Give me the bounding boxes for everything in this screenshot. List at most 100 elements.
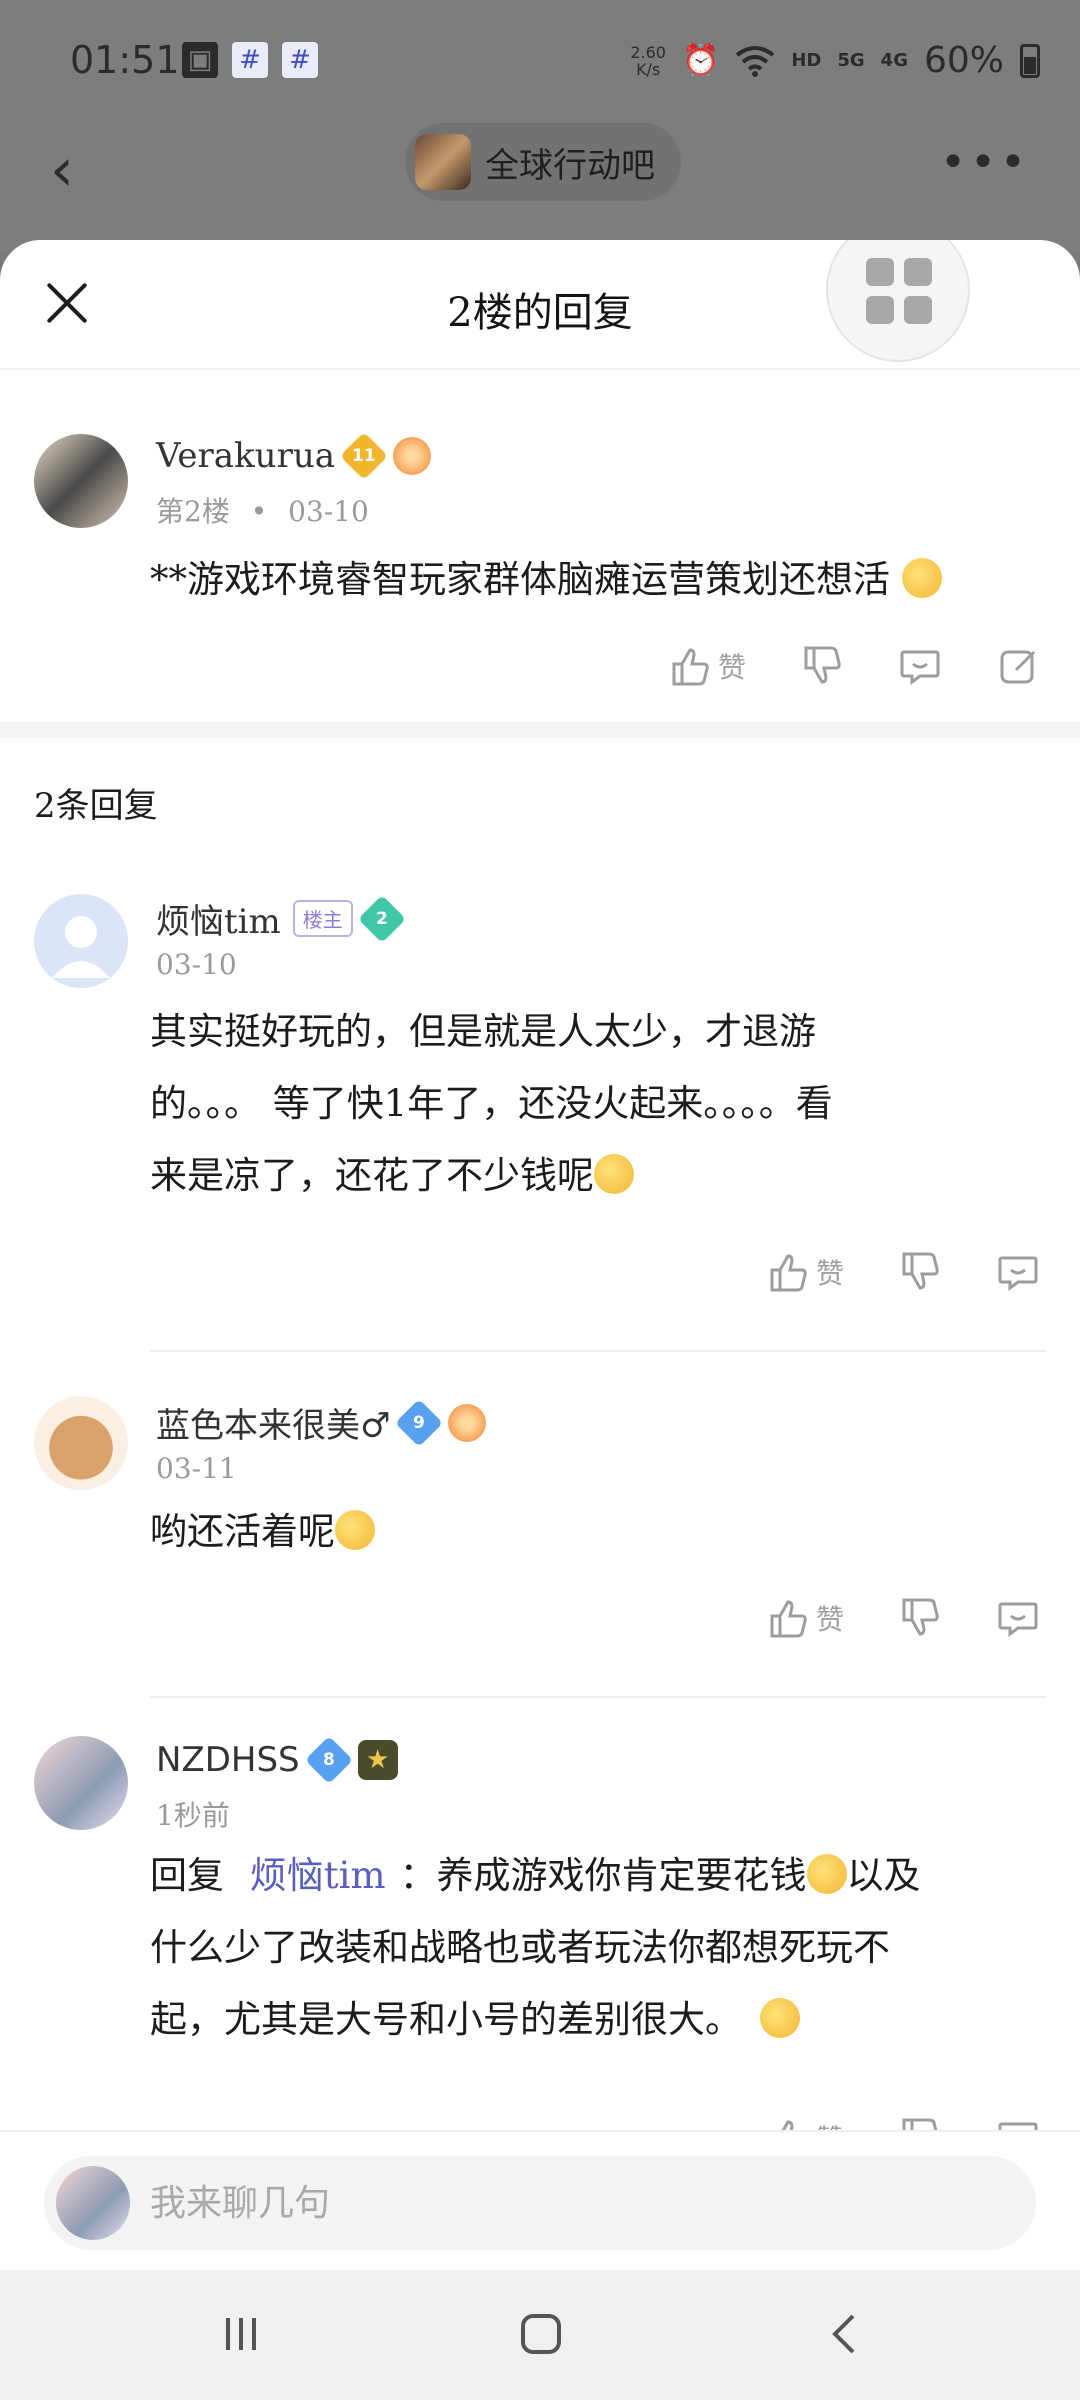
- hash-icon: #: [282, 42, 318, 78]
- home-icon[interactable]: [506, 2304, 576, 2364]
- net-speed-unit: K/s: [636, 59, 661, 79]
- top-nav: ‹ 全球行动吧 •••: [0, 115, 1080, 225]
- emoji-icon: [760, 1998, 800, 2038]
- hd-icon: HD: [791, 50, 822, 71]
- back-icon[interactable]: [810, 2304, 880, 2364]
- mention-link[interactable]: 烦恼tim: [250, 1854, 386, 1897]
- username[interactable]: NZDHSS: [156, 1740, 300, 1780]
- like-label: 赞: [717, 651, 746, 684]
- reply-text-line: 起，尤其是大号和小号的差别很大。: [150, 1998, 742, 2041]
- user-row: 烦恼tim 楼主 2: [156, 894, 406, 943]
- reply-content: 哟还活着呢: [150, 1496, 1050, 1568]
- level-badge: 8: [304, 1735, 353, 1785]
- reply-item: 蓝色本来很美♂ 9 03-11 哟还活着呢: [0, 1370, 1080, 1570]
- forum-avatar: [415, 134, 471, 190]
- reply-content: 回复 烦恼tim ：养成游戏你肯定要花钱 以及 什么少了改装和战略也或者玩法你都想死…: [150, 1840, 1050, 2056]
- thumbs-up-icon: [770, 1600, 807, 1638]
- reply-text-line: ：养成游戏你肯定要花钱: [399, 1854, 807, 1897]
- level-number: 2: [375, 908, 388, 929]
- recent-apps-glyph: [226, 2318, 256, 2350]
- back-chevron-icon[interactable]: ‹: [50, 135, 74, 205]
- reply-prefix: 回复: [150, 1854, 224, 1897]
- signal-4g-icon: 4G: [880, 50, 908, 71]
- level-number: 9: [413, 1412, 426, 1433]
- reply-text-line: 什么少了改装和战略也或者玩法你都想死玩不: [150, 1926, 890, 1969]
- grid-cell-icon: [866, 296, 894, 324]
- grid-menu-button[interactable]: [826, 240, 970, 362]
- floor-number: 第2楼: [156, 495, 230, 528]
- reply-text-line: 以及: [846, 1854, 921, 1897]
- comment-input[interactable]: [148, 2156, 1008, 2250]
- like-label: 赞: [815, 1257, 844, 1290]
- dislike-button[interactable]: [898, 1250, 942, 1294]
- emoji-icon: [806, 1854, 847, 1894]
- reply-text-line: 来是凉了，还花了不少钱呢: [150, 1154, 594, 1197]
- status-time: 01:51: [70, 38, 180, 82]
- reply-date: 03-10: [156, 948, 237, 981]
- level-number: 11: [352, 445, 376, 466]
- forum-pill[interactable]: 全球行动吧: [405, 123, 681, 201]
- more-options-icon[interactable]: •••: [940, 137, 1030, 188]
- thumbs-down-icon: [902, 1598, 939, 1636]
- wifi-icon: [736, 45, 775, 77]
- sheet-header: 2楼的回复: [0, 240, 1080, 370]
- net-speed: 2.60 K/s: [630, 44, 666, 78]
- post-text: **游戏环境睿智玩家群体脑瘫运营策划还想活: [150, 558, 890, 601]
- input-pill[interactable]: [44, 2156, 1036, 2250]
- reply-sheet: 2楼的回复 Verakurua 11 第2楼 • 03-10 **游戏环境睿智玩…: [0, 240, 1080, 2270]
- user-row: 蓝色本来很美♂ 9: [156, 1398, 487, 1447]
- post-content: **游戏环境睿智玩家群体脑瘫运营策划还想活: [150, 544, 1050, 616]
- edit-button[interactable]: [996, 644, 1040, 688]
- achievement-icon: ★: [357, 1740, 398, 1780]
- dislike-button[interactable]: [898, 1596, 942, 1640]
- status-bar: 01:51 ▣ # # 2.60 K/s ⏰ HD 5G 4G 60%: [0, 0, 1080, 120]
- recent-apps-icon[interactable]: [206, 2304, 276, 2364]
- post-actions: 赞: [668, 644, 1040, 688]
- dislike-button[interactable]: [800, 644, 844, 688]
- status-notification-icons: ▣ # #: [182, 42, 318, 78]
- home-glyph: [521, 2314, 561, 2354]
- reply-actions: 赞: [766, 1596, 1040, 1640]
- reply-content: 其实挺好玩的，但是就是人太少，才退游 的。。。 等了快1年了，还没火起来。。。。…: [150, 996, 1050, 1212]
- avatar[interactable]: [34, 1396, 128, 1490]
- replies-count: 2条回复: [34, 786, 158, 826]
- avatar: [56, 2166, 130, 2240]
- chat-bubble-icon: [998, 1602, 1038, 1637]
- thumbs-up-icon: [672, 648, 709, 686]
- comment-input-bar: [0, 2130, 1080, 2270]
- host-tag: 楼主: [292, 900, 353, 937]
- like-button[interactable]: 赞: [766, 1596, 844, 1640]
- comment-button[interactable]: [898, 644, 942, 688]
- edit-icon: [1000, 650, 1036, 684]
- reply-item: 烦恼tim 楼主 2 03-10 其实挺好玩的，但是就是人太少，才退游 的。。。…: [0, 880, 1080, 1210]
- avatar[interactable]: [34, 434, 128, 528]
- medal-icon: [393, 437, 431, 475]
- thumbs-down-icon: [902, 1252, 939, 1290]
- avatar[interactable]: [34, 894, 128, 988]
- post-meta: 第2楼 • 03-10: [156, 495, 369, 528]
- like-button[interactable]: 赞: [766, 1250, 844, 1294]
- level-number: 8: [322, 1750, 335, 1770]
- level-badge: 2: [357, 894, 406, 943]
- hash-icon: #: [232, 42, 268, 78]
- user-row: NZDHSS 8 ★: [156, 1735, 398, 1785]
- chat-bubble-icon: [900, 650, 940, 685]
- username[interactable]: Verakurua: [156, 436, 335, 476]
- username[interactable]: 烦恼tim: [156, 894, 281, 943]
- reply-divider: [150, 1696, 1046, 1698]
- reply-date: 03-11: [156, 1452, 237, 1485]
- comment-button[interactable]: [996, 1250, 1040, 1294]
- reply-item: NZDHSS 8 ★ 1秒前 回复 烦恼tim ：养成游戏你肯定要花钱 以及 什么少…: [0, 1716, 1080, 2156]
- reply-text-line: 其实挺好玩的，但是就是人太少，才退游: [150, 1010, 816, 1053]
- grid-cell-icon: [904, 258, 932, 286]
- emoji-icon: [901, 558, 942, 598]
- like-button[interactable]: 赞: [668, 644, 746, 688]
- grid-cell-icon: [904, 296, 932, 324]
- image-icon: ▣: [182, 42, 218, 78]
- username[interactable]: 蓝色本来很美♂: [156, 1398, 390, 1447]
- battery-percent: 60%: [923, 40, 1004, 81]
- comment-button[interactable]: [996, 1596, 1040, 1640]
- grid-cell-icon: [866, 258, 894, 286]
- avatar[interactable]: [34, 1736, 128, 1830]
- emoji-icon: [335, 1510, 375, 1550]
